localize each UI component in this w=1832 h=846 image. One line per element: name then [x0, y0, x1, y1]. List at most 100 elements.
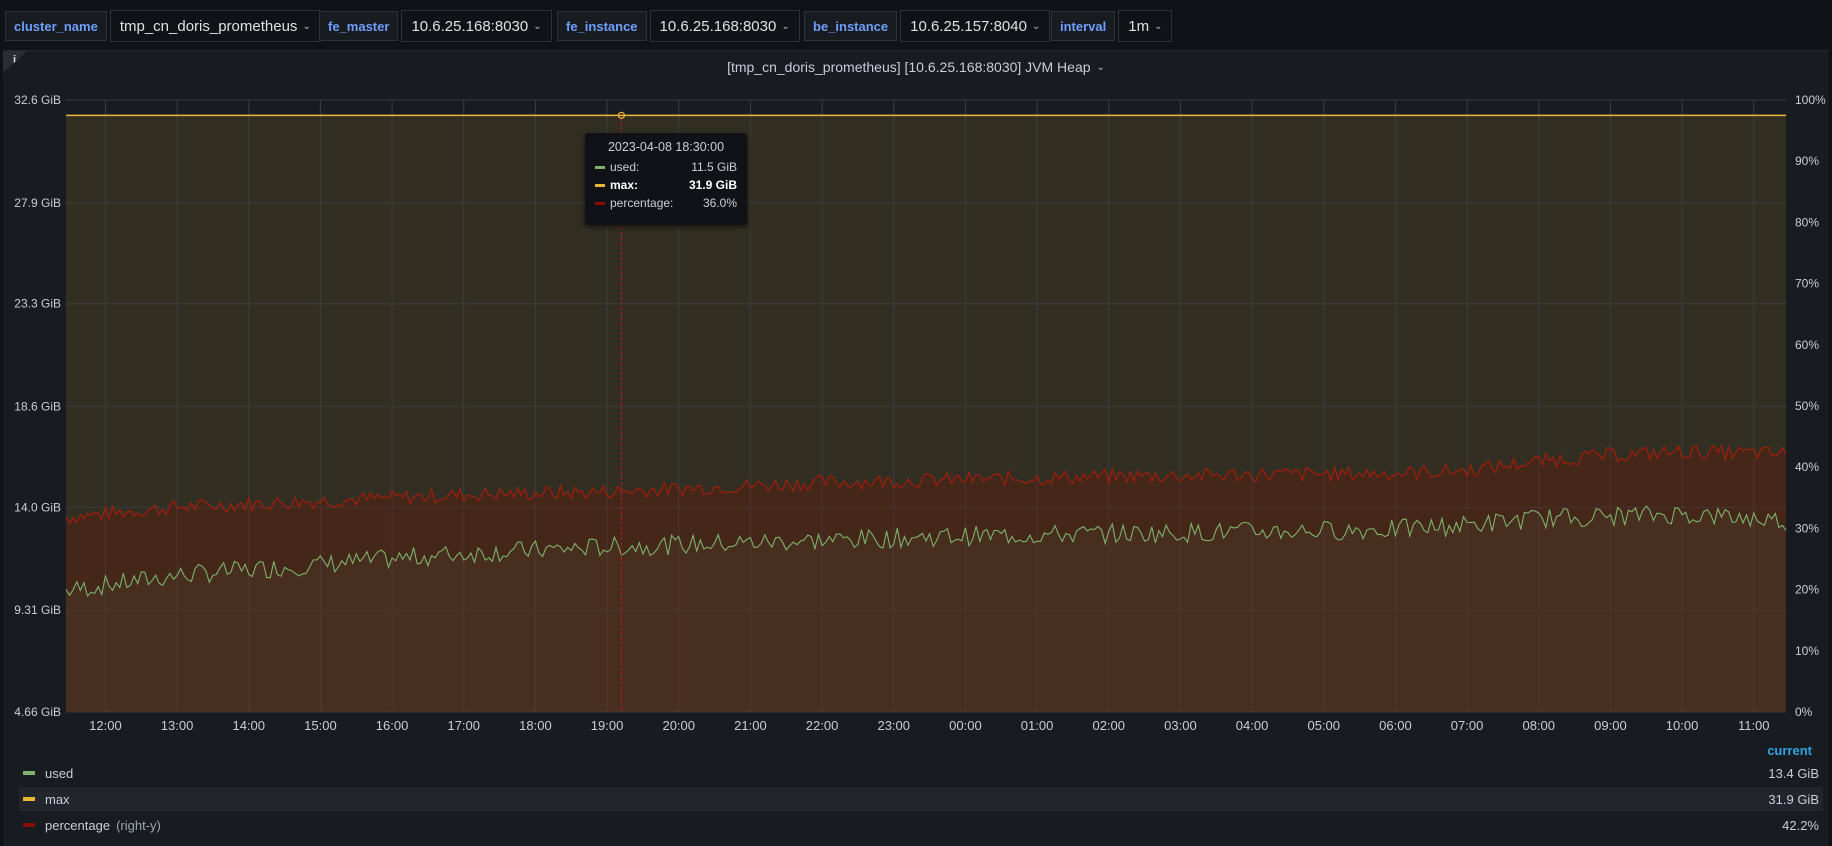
legend-value: 31.9 GiB [1768, 791, 1819, 807]
variable-select-interval[interactable]: 1m ⌄ [1118, 10, 1173, 42]
y-axis-right-tick: 70% [1795, 277, 1819, 291]
x-axis-tick: 15:00 [304, 718, 337, 733]
tooltip-series-name: percentage: [610, 196, 674, 210]
y-axis-right-tick: 30% [1795, 521, 1819, 535]
jvm-heap-chart[interactable]: 4.66 GiB 9.31 GiB 14.0 GiB 18.6 GiB 23.3 GiB… [3, 51, 1829, 846]
legend-name[interactable]: used [45, 766, 73, 781]
y-axis-left-tick: 23.3 GiB [14, 297, 61, 311]
y-axis-right-tick: 60% [1795, 338, 1819, 352]
x-axis-tick: 21:00 [734, 718, 767, 733]
x-axis-tick: 02:00 [1092, 718, 1125, 733]
tooltip-swatch-used [595, 165, 605, 169]
x-axis-tick: 19:00 [591, 718, 624, 733]
hover-tooltip: 2023-04-08 18:30:00 used: 11.5 GiB max: … [585, 133, 747, 225]
y-axis-left-tick: 9.31 GiB [14, 603, 61, 617]
variable-label-cluster-name: cluster_name [5, 11, 107, 41]
variable-value: 10.6.25.157:8040 [910, 18, 1027, 35]
x-axis-tick: 10:00 [1666, 718, 1699, 733]
variable-select-fe-instance[interactable]: 10.6.25.168:8030 ⌄ [649, 10, 800, 42]
x-axis-tick: 11:00 [1738, 718, 1770, 733]
x-axis-tick: 01:00 [1021, 718, 1054, 733]
y-axis-right-tick: 10% [1795, 644, 1819, 658]
y-axis-left-tick: 27.9 GiB [14, 196, 61, 210]
jvm-heap-panel: 4.66 GiB 9.31 GiB 14.0 GiB 18.6 GiB 23.3 GiB… [3, 50, 1829, 846]
chevron-down-icon: ⌄ [533, 21, 542, 32]
tooltip-series-value: 31.9 GiB [688, 178, 737, 192]
tooltip-series-name: max: [610, 178, 639, 192]
tooltip-series-value: 36.0% [702, 196, 737, 210]
y-axis-right-tick: 100% [1795, 93, 1826, 107]
y-axis-right-tick: 80% [1795, 215, 1819, 229]
variable-value: tmp_cn_doris_prometheus [119, 18, 298, 35]
x-axis-tick: 20:00 [662, 718, 695, 733]
legend-swatch-used[interactable] [23, 771, 35, 775]
variable-label-be-instance: be_instance [804, 11, 898, 41]
legend-name[interactable]: max [45, 792, 70, 807]
variable-fe-master: fe_master 10.6.25.168:8030 ⌄ [319, 10, 552, 42]
x-axis-tick: 16:00 [376, 718, 409, 733]
y-axis-right-tick: 90% [1795, 154, 1819, 168]
y-axis-right-tick: 50% [1795, 399, 1819, 413]
x-axis-tick: 12:00 [89, 718, 122, 733]
x-axis-tick: 17:00 [447, 718, 480, 733]
legend-header-current[interactable]: current [1767, 743, 1812, 758]
legend-name[interactable]: percentage [45, 818, 110, 833]
legend-item-percentage[interactable]: percentage (right-y) 42.2% [19, 813, 1823, 837]
variable-interval: interval 1m ⌄ [1051, 10, 1173, 42]
tooltip-swatch-percentage [595, 201, 605, 205]
panel-title[interactable]: [tmp_cn_doris_prometheus] [10.6.25.168:8… [3, 59, 1829, 75]
legend-value: 42.2% [1782, 817, 1819, 833]
x-axis-tick: 23:00 [877, 718, 910, 733]
tooltip-row-used: used: 11.5 GiB [595, 158, 737, 176]
y-axis-left-tick: 18.6 GiB [14, 400, 61, 414]
variable-cluster-name: cluster_name tmp_cn_doris_prometheus ⌄ [5, 10, 321, 42]
tooltip-time: 2023-04-08 18:30:00 [607, 140, 725, 154]
x-axis-tick: 18:00 [519, 718, 552, 733]
x-axis-tick: 09:00 [1594, 718, 1627, 733]
y-axis-left-tick: 4.66 GiB [14, 705, 61, 719]
x-axis-tick: 08:00 [1522, 718, 1555, 733]
variable-fe-instance: fe_instance 10.6.25.168:8030 ⌄ [557, 10, 800, 42]
y-axis-right-tick: 0% [1795, 705, 1813, 719]
y-axis-left-tick: 14.0 GiB [14, 500, 61, 514]
variable-select-be-instance[interactable]: 10.6.25.157:8040 ⌄ [900, 10, 1051, 42]
variable-label-interval: interval [1051, 11, 1116, 41]
variable-select-fe-master[interactable]: 10.6.25.168:8030 ⌄ [401, 10, 552, 42]
tooltip-swatch-max [595, 183, 605, 187]
tooltip-series-name: used: [610, 160, 640, 174]
variables-bar: cluster_name tmp_cn_doris_prometheus ⌄ fe… [0, 0, 1832, 50]
chevron-down-icon: ⌄ [1096, 62, 1105, 73]
legend-value: 13.4 GiB [1768, 765, 1819, 781]
y-axis-right-tick: 20% [1795, 583, 1819, 597]
x-axis-tick: 07:00 [1451, 718, 1484, 733]
chevron-down-icon: ⌄ [781, 21, 790, 32]
x-axis-tick: 06:00 [1379, 718, 1412, 733]
variable-value: 10.6.25.168:8030 [659, 18, 777, 35]
panel-title-text: [tmp_cn_doris_prometheus] [10.6.25.168:8… [727, 59, 1091, 75]
tooltip-series-value: 11.5 GiB [691, 160, 737, 174]
tooltip-row-max: max: 31.9 GiB [595, 176, 737, 194]
y-axis-left-tick: 32.6 GiB [14, 93, 61, 107]
chevron-down-icon: ⌄ [1031, 21, 1041, 32]
variable-be-instance: be_instance 10.6.25.157:8040 ⌄ [804, 10, 1051, 42]
y-axis-right-tick: 40% [1795, 460, 1819, 474]
x-axis-tick: 03:00 [1164, 718, 1197, 733]
variable-value: 1m [1128, 18, 1150, 35]
x-axis-tick: 22:00 [806, 718, 839, 733]
legend-suffix: (right-y) [116, 817, 161, 833]
x-axis-tick: 14:00 [232, 718, 265, 733]
variable-value: 10.6.25.168:8030 [411, 18, 529, 35]
variable-label-fe-master: fe_master [319, 11, 399, 41]
chevron-down-icon: ⌄ [1154, 21, 1163, 32]
tooltip-row-percentage: percentage: 36.0% [595, 194, 737, 212]
legend-item-used[interactable]: used 13.4 GiB [19, 761, 1823, 785]
legend-swatch-percentage[interactable] [23, 823, 35, 827]
chevron-down-icon: ⌄ [302, 21, 311, 32]
legend-item-max[interactable]: max 31.9 GiB [19, 787, 1823, 811]
x-axis-tick: 13:00 [161, 718, 194, 733]
legend-swatch-max[interactable] [23, 797, 35, 801]
variable-label-fe-instance: fe_instance [557, 11, 647, 41]
x-axis-tick: 04:00 [1236, 718, 1269, 733]
x-axis-tick: 00:00 [949, 718, 982, 733]
variable-select-cluster-name[interactable]: tmp_cn_doris_prometheus ⌄ [109, 10, 321, 42]
